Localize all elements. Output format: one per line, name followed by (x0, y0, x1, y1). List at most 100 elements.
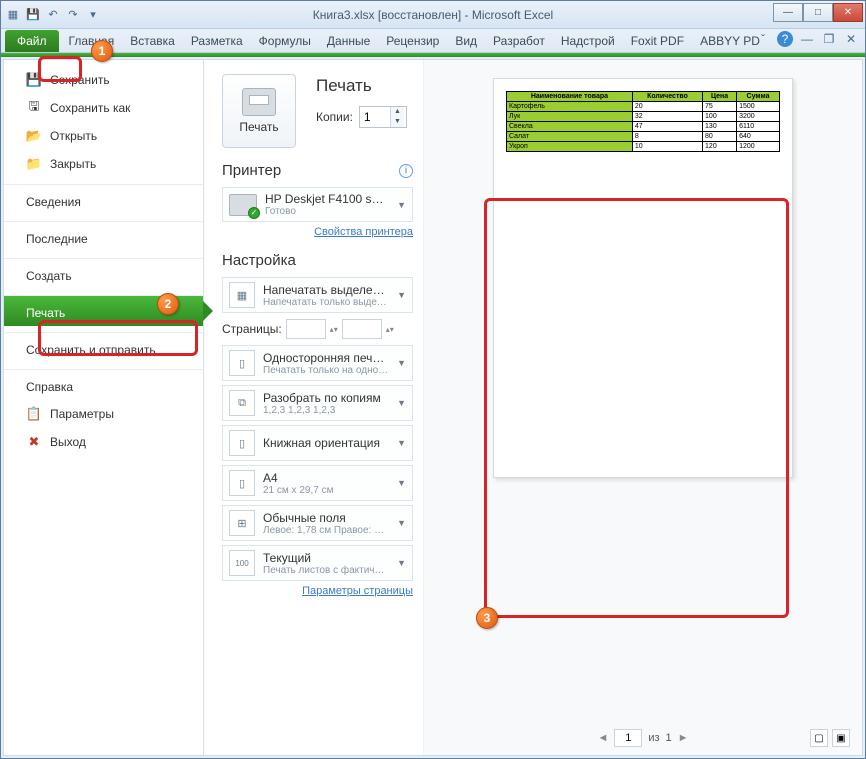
spin-up-icon[interactable]: ▲ (391, 107, 404, 117)
sidebar-item-help[interactable]: Справка (4, 369, 203, 400)
sidebar-item-close[interactable]: 📁Закрыть (4, 150, 203, 178)
cell: Салат (507, 132, 633, 142)
collate-select[interactable]: ⧉ Разобрать по копиям1,2,3 1,2,3 1,2,3 ▼ (222, 385, 413, 421)
next-page-icon[interactable]: ► (678, 732, 689, 744)
opt-sub: Напечатать только выделен… (263, 297, 389, 308)
sidebar-item-new[interactable]: Создать (4, 258, 203, 289)
copies-input[interactable]: ▲▼ (359, 106, 407, 128)
page-number-input[interactable] (614, 729, 642, 747)
opt-sub: Левое: 1,78 см Правое: 1,… (263, 525, 389, 536)
margins-select[interactable]: ⊞ Обычные поляЛевое: 1,78 см Правое: 1,…… (222, 505, 413, 541)
page-size-icon: ▯ (229, 470, 255, 496)
help-icon[interactable]: ? (777, 31, 793, 47)
tab-layout[interactable]: Разметка (183, 30, 251, 52)
chevron-down-icon: ▼ (397, 518, 406, 528)
opt-main: Напечатать выделенный фр… (263, 283, 389, 297)
doc-restore-icon[interactable]: ❐ (821, 31, 837, 47)
print-what-select[interactable]: ▦ Напечатать выделенный фр…Напечатать то… (222, 277, 413, 313)
page-setup-link[interactable]: Параметры страницы (222, 585, 413, 597)
tab-foxit[interactable]: Foxit PDF (623, 30, 692, 52)
doc-close-icon[interactable]: ✕ (843, 31, 859, 47)
cell: Лук (507, 112, 633, 122)
minimize-ribbon-icon[interactable]: ˇ (755, 31, 771, 47)
print-settings-panel: Печать Печать Копии: ▲▼ Принтер i (204, 60, 424, 755)
pages-from-input[interactable] (286, 319, 326, 339)
opt-main: Разобрать по копиям (263, 391, 389, 405)
sides-select[interactable]: ▯ Односторонняя печатьПечатать только на… (222, 345, 413, 381)
grid-icon: ▦ (229, 282, 255, 308)
sidebar-item-recent[interactable]: Последние (4, 221, 203, 252)
cell: 8 (632, 132, 702, 142)
options-icon: 📋 (26, 406, 42, 422)
sidebar-item-info[interactable]: Сведения (4, 184, 203, 215)
sidebar-item-options[interactable]: 📋 Параметры (4, 400, 203, 428)
chevron-down-icon: ▼ (397, 358, 406, 368)
print-button[interactable]: Печать (222, 74, 296, 148)
printer-status: Готово (265, 206, 389, 217)
tab-view[interactable]: Вид (447, 30, 485, 52)
save-icon[interactable]: 💾 (25, 7, 41, 23)
scale-icon: 100 (229, 550, 255, 576)
chevron-down-icon: ▼ (397, 438, 406, 448)
sidebar-item-save-as[interactable]: 🖫Сохранить как (4, 94, 203, 122)
printer-icon (242, 88, 276, 116)
minimize-button[interactable]: — (773, 3, 803, 22)
undo-icon[interactable]: ↶ (45, 7, 61, 23)
label: Параметры (50, 407, 114, 421)
cell: 3200 (737, 112, 780, 122)
preview-page: Наименование товара Количество Цена Сумм… (493, 78, 793, 478)
tab-addins[interactable]: Надстрой (553, 30, 623, 52)
orientation-select[interactable]: ▯ Книжная ориентация ▼ (222, 425, 413, 461)
app-icon: ▦ (5, 7, 21, 23)
chevron-down-icon: ▼ (397, 478, 406, 488)
sidebar-item-open[interactable]: 📂Открыть (4, 122, 203, 150)
cell: 120 (703, 142, 737, 152)
close-button[interactable]: ✕ (833, 3, 863, 22)
doc-minimize-icon[interactable]: — (799, 31, 815, 47)
copies-value[interactable] (360, 110, 390, 124)
label: Создать (26, 269, 72, 283)
cell: 32 (632, 112, 702, 122)
label: Выход (50, 435, 86, 449)
qat-more-icon[interactable]: ▾ (85, 7, 101, 23)
spin-icon[interactable]: ▴▾ (330, 325, 338, 334)
sidebar-item-save[interactable]: 💾Сохранить (4, 66, 203, 94)
cell: 1200 (737, 142, 780, 152)
chevron-down-icon: ▼ (397, 290, 406, 300)
tab-formulas[interactable]: Формулы (251, 30, 319, 52)
sidebar-item-print[interactable]: Печать (4, 295, 203, 326)
pages-to-input[interactable] (342, 319, 382, 339)
of-label: из (648, 732, 659, 744)
spin-down-icon[interactable]: ▼ (391, 117, 404, 127)
sidebar-item-exit[interactable]: ✖ Выход (4, 428, 203, 456)
chevron-down-icon: ▼ (397, 398, 406, 408)
opt-main: A4 (263, 471, 389, 485)
label: Сохранить и отправить (26, 343, 156, 357)
cell: 640 (737, 132, 780, 142)
cell: 1500 (737, 102, 780, 112)
redo-icon[interactable]: ↷ (65, 7, 81, 23)
papersize-select[interactable]: ▯ A421 см x 29,7 см ▼ (222, 465, 413, 501)
spin-icon[interactable]: ▴▾ (386, 325, 394, 334)
tab-file[interactable]: Файл (5, 30, 59, 52)
cell: Картофель (507, 102, 633, 112)
zoom-to-page-icon[interactable]: ▢ (810, 729, 828, 747)
prev-page-icon[interactable]: ◄ (597, 732, 608, 744)
sidebar-item-send[interactable]: Сохранить и отправить (4, 332, 203, 363)
scaling-select[interactable]: 100 ТекущийПечать листов с фактическ… ▼ (222, 545, 413, 581)
cell: Свекла (507, 122, 633, 132)
exit-icon: ✖ (26, 434, 42, 450)
info-icon[interactable]: i (399, 164, 413, 178)
tab-review[interactable]: Рецензир (378, 30, 447, 52)
close-folder-icon: 📁 (26, 156, 42, 172)
printer-select[interactable]: ✓ HP Deskjet F4100 series Готово ▼ (222, 187, 413, 222)
tab-home[interactable]: Главная (61, 30, 123, 52)
preview-table: Наименование товара Количество Цена Сумм… (506, 91, 780, 152)
maximize-button[interactable]: □ (803, 3, 833, 22)
tab-data[interactable]: Данные (319, 30, 378, 52)
printer-properties-link[interactable]: Свойства принтера (222, 226, 413, 238)
tab-insert[interactable]: Вставка (122, 30, 183, 52)
tab-dev[interactable]: Разработ (485, 30, 553, 52)
copies-label: Копии: (316, 110, 353, 124)
show-margins-icon[interactable]: ▣ (832, 729, 850, 747)
